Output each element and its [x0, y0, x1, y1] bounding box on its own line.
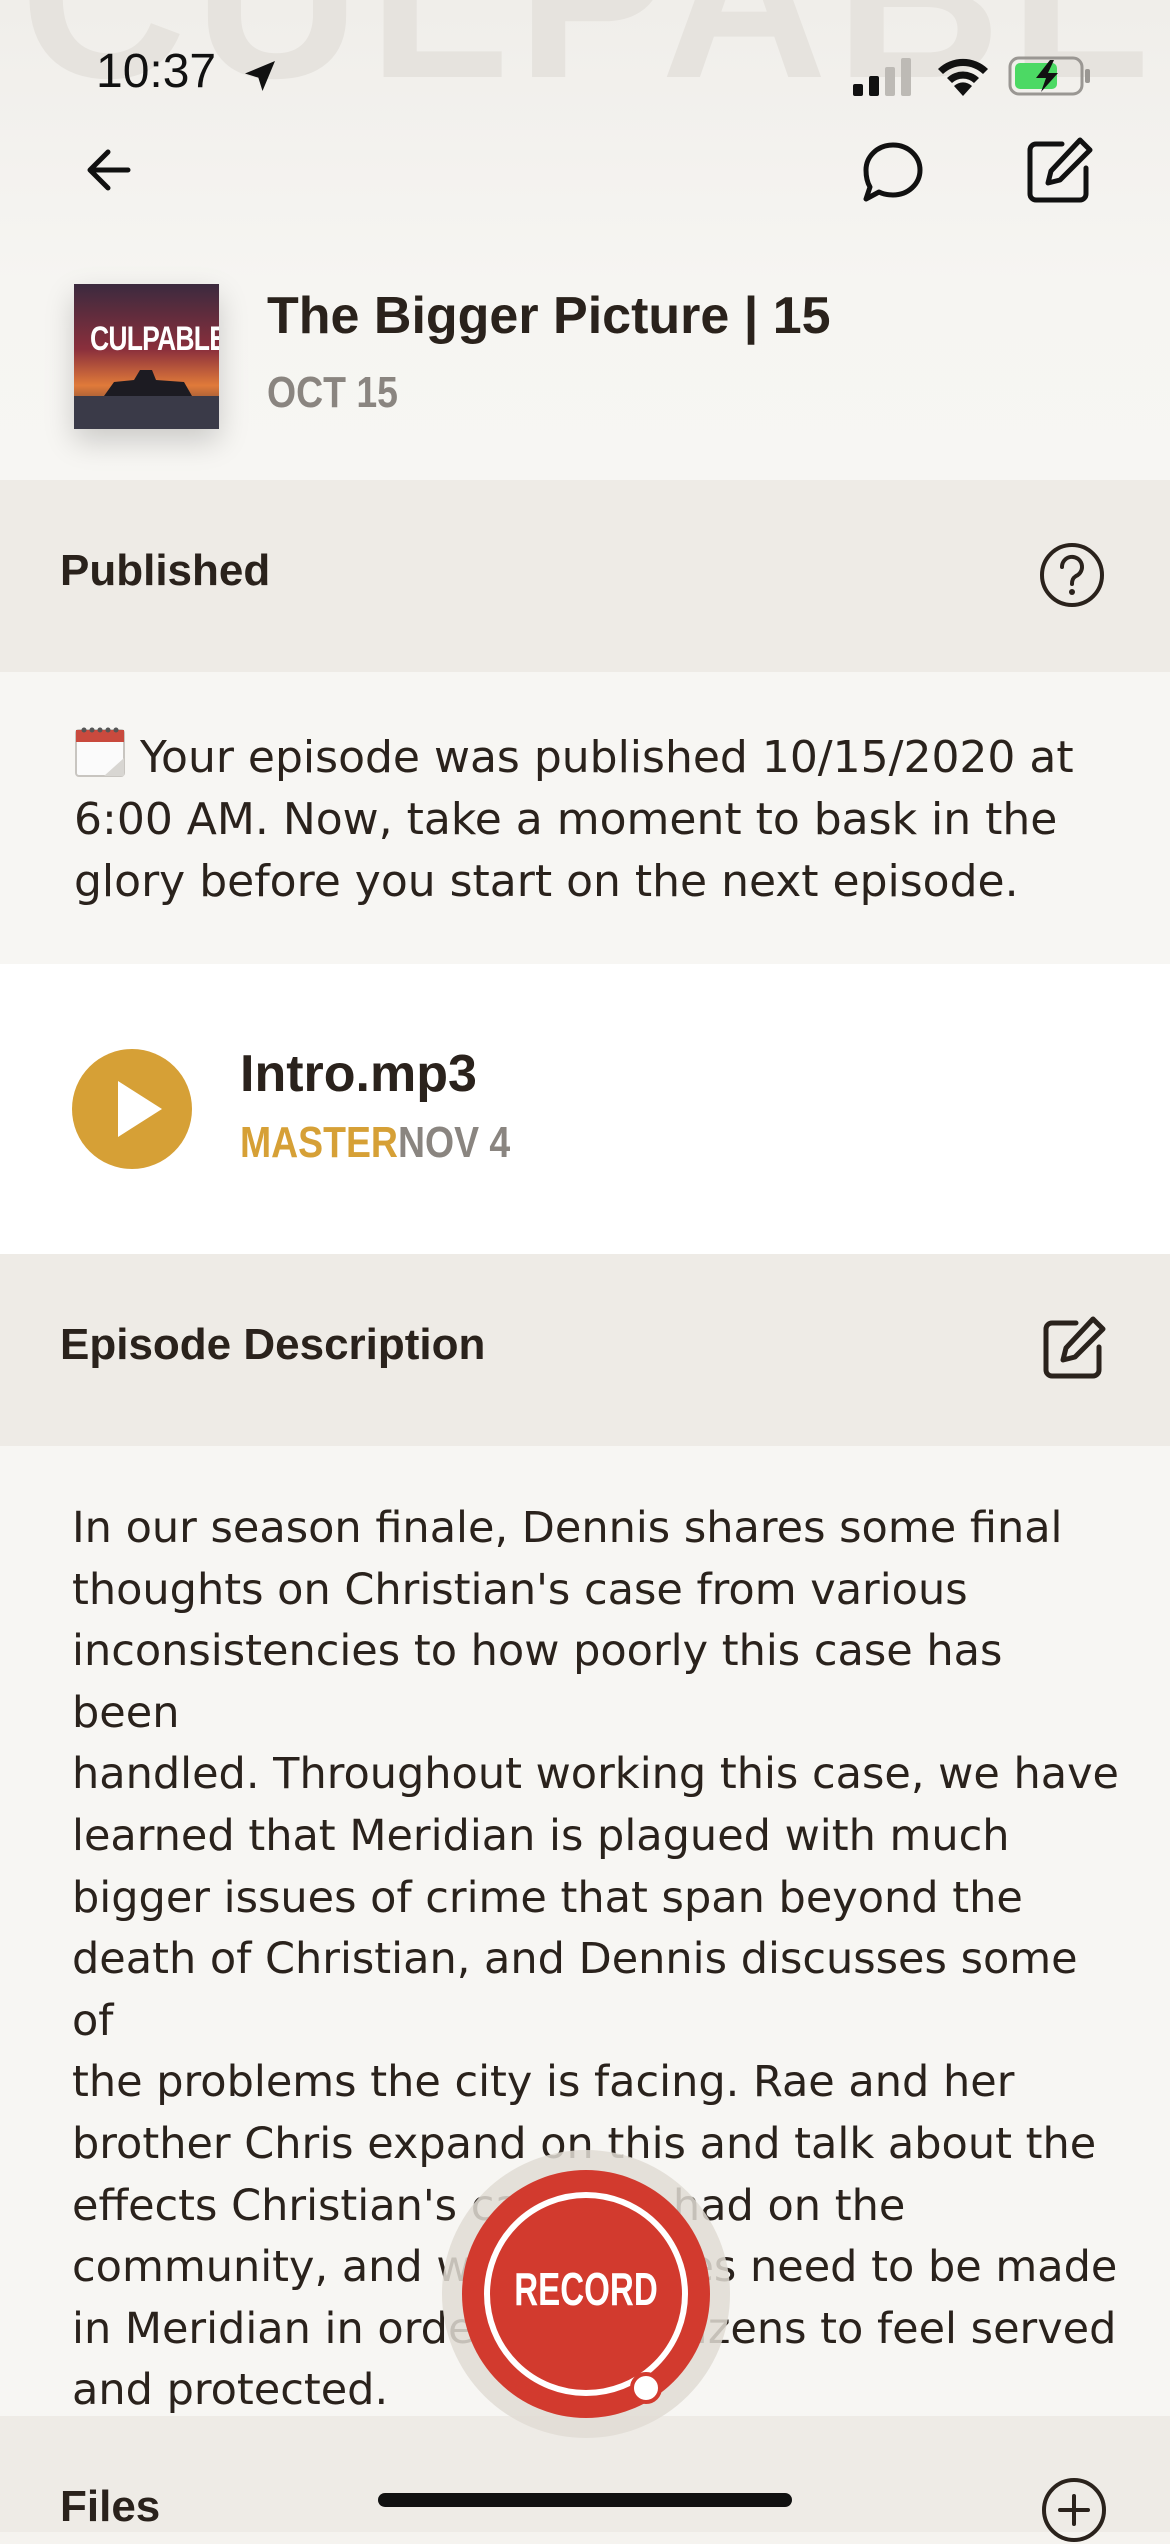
record-button[interactable]: RECORD	[462, 2170, 710, 2418]
record-label: RECORD	[514, 2263, 658, 2315]
battery-charging-icon	[1008, 56, 1090, 96]
description-title: Episode Description	[60, 1320, 486, 1369]
published-message-text: Your episode was published 10/15/2020 at…	[74, 732, 1074, 907]
edit-description-icon[interactable]	[1038, 1314, 1108, 1384]
files-title: Files	[60, 2482, 161, 2531]
status-time: 10:37	[96, 45, 217, 98]
chat-bubble-icon[interactable]	[858, 137, 928, 207]
calendar-icon	[75, 727, 125, 777]
published-message: Your episode was published 10/15/2020 at…	[74, 724, 1114, 913]
help-icon[interactable]	[1038, 541, 1106, 609]
published-section-header: Published	[0, 480, 1170, 672]
play-button[interactable]	[72, 1049, 192, 1169]
edit-icon[interactable]	[1022, 134, 1096, 208]
plus-circle-icon[interactable]	[1040, 2476, 1108, 2544]
audio-file-name: Intro.mp3	[240, 1045, 477, 1103]
cellular-signal-icon	[853, 58, 911, 96]
record-progress-dot	[630, 2372, 662, 2404]
published-title: Published	[60, 546, 271, 595]
audio-file-date: NOV 4	[398, 1118, 511, 1167]
podcast-artwork: CULPABLE	[74, 284, 219, 429]
wifi-icon	[938, 58, 988, 96]
description-section-header: Episode Description	[0, 1254, 1170, 1446]
artwork-title: CULPABLE	[89, 320, 219, 358]
episode-date: OCT 15	[267, 368, 398, 417]
episode-title: The Bigger Picture | 15	[267, 287, 831, 345]
audio-status-tag: MASTER	[240, 1118, 398, 1167]
home-indicator[interactable]	[378, 2493, 792, 2507]
location-arrow-icon	[245, 61, 275, 91]
back-arrow-icon[interactable]	[80, 140, 140, 200]
